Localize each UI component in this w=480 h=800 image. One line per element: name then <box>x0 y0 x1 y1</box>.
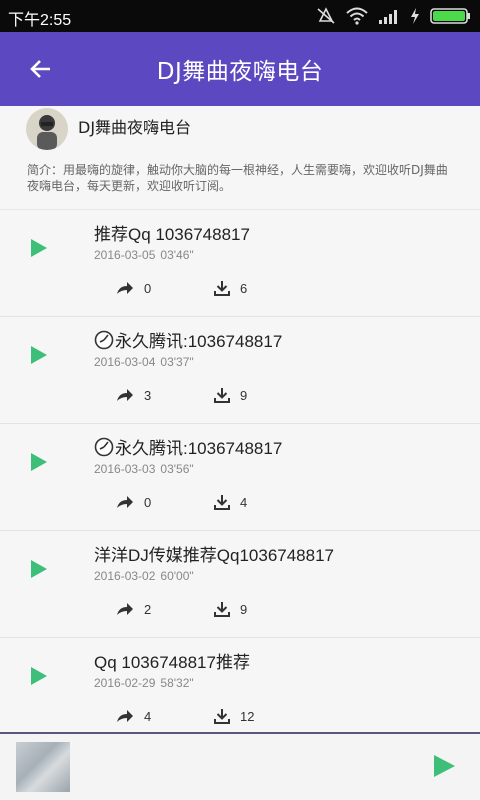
clock-icon <box>94 330 114 350</box>
download-icon <box>214 495 230 510</box>
download-count: 4 <box>240 494 248 510</box>
album-cover[interactable] <box>16 742 70 792</box>
toolbar-title: DJ舞曲夜嗨电台 <box>156 59 324 85</box>
download-icon <box>214 602 230 617</box>
track-list: 推荐Qq 1036748817 2016-03-05 03'46" 0 6 永久腾… <box>0 210 480 732</box>
play-icon[interactable] <box>30 559 48 579</box>
list-item[interactable]: 永久腾讯:1036748817 2016-03-04 03'37" 3 9 <box>0 317 480 424</box>
download-button[interactable]: 4 <box>214 488 247 516</box>
avatar[interactable] <box>26 108 68 150</box>
download-button[interactable]: 6 <box>214 274 247 302</box>
share-button[interactable]: 4 <box>116 702 151 730</box>
track-date: 2016-02-29 <box>94 676 156 690</box>
track-duration: 60'00" <box>160 569 194 583</box>
track-title: 永久腾讯:1036748817 <box>94 327 282 352</box>
wifi-icon <box>346 7 368 25</box>
share-icon <box>117 496 133 508</box>
track-title: 推荐Qq 1036748817 <box>94 225 250 244</box>
share-icon <box>117 389 133 401</box>
share-icon <box>117 710 133 722</box>
share-count: 0 <box>144 494 152 510</box>
track-meta: 2016-03-02 60'00" <box>94 569 194 583</box>
download-count: 12 <box>240 708 255 724</box>
track-date: 2016-03-05 <box>94 248 156 262</box>
mini-player <box>0 732 480 800</box>
signal-icon <box>379 10 397 24</box>
share-button[interactable]: 0 <box>116 488 151 516</box>
status-bar: 下午2:55 <box>0 0 480 32</box>
play-icon[interactable] <box>30 345 48 365</box>
download-icon <box>214 709 230 724</box>
share-count: 4 <box>144 708 152 724</box>
share-icon <box>117 603 133 615</box>
play-icon[interactable] <box>30 238 48 258</box>
track-duration: 03'37" <box>160 355 194 369</box>
play-icon[interactable] <box>30 666 48 686</box>
download-icon <box>214 388 230 403</box>
play-icon[interactable] <box>432 754 456 778</box>
share-button[interactable]: 3 <box>116 381 151 409</box>
share-button[interactable]: 0 <box>116 274 151 302</box>
status-icons <box>316 6 472 26</box>
battery-icon <box>430 8 470 24</box>
download-button[interactable]: 9 <box>214 595 247 623</box>
mute-icon <box>317 7 335 24</box>
list-item[interactable]: 推荐Qq 1036748817 2016-03-05 03'46" 0 6 <box>0 210 480 317</box>
status-time: 下午2:55 <box>8 12 72 29</box>
download-icon <box>214 281 230 296</box>
share-count: 2 <box>144 601 152 617</box>
share-icon <box>117 282 133 294</box>
charging-icon <box>411 8 419 24</box>
track-date: 2016-03-03 <box>94 462 156 476</box>
track-duration: 03'46" <box>160 248 194 262</box>
track-meta: 2016-03-05 03'46" <box>94 248 194 262</box>
list-item[interactable]: 洋洋DJ传媒推荐Qq1036748817 2016-03-02 60'00" 2 … <box>0 531 480 638</box>
share-count: 0 <box>144 280 152 296</box>
clock-icon <box>94 437 114 457</box>
toolbar: DJ舞曲夜嗨电台 <box>0 32 480 106</box>
track-date: 2016-03-02 <box>94 569 156 583</box>
download-count: 9 <box>240 387 248 403</box>
download-button[interactable]: 9 <box>214 381 247 409</box>
share-count: 3 <box>144 387 152 403</box>
download-button[interactable]: 12 <box>214 702 254 730</box>
download-count: 6 <box>240 280 248 296</box>
channel-name: DJ舞曲夜嗨电台 <box>78 118 192 137</box>
track-meta: 2016-03-04 03'37" <box>94 355 194 369</box>
track-title: 永久腾讯:1036748817 <box>94 434 282 459</box>
list-item[interactable]: 永久腾讯:1036748817 2016-03-03 03'56" 0 4 <box>0 424 480 531</box>
track-date: 2016-03-04 <box>94 355 156 369</box>
track-meta: 2016-03-03 03'56" <box>94 462 194 476</box>
track-duration: 03'56" <box>160 462 194 476</box>
share-button[interactable]: 2 <box>116 595 151 623</box>
track-title: Qq 1036748817推荐 <box>94 653 250 672</box>
track-title: 洋洋DJ传媒推荐Qq1036748817 <box>94 546 335 565</box>
track-duration: 58'32" <box>160 676 194 690</box>
list-item[interactable]: Qq 1036748817推荐 2016-02-29 58'32" 4 12 <box>0 638 480 732</box>
play-icon[interactable] <box>30 452 48 472</box>
channel-header: DJ舞曲夜嗨电台 简介：用最嗨的旋律，触动你大脑的每一根神经，人生需要嗨，欢迎收… <box>0 106 480 210</box>
track-meta: 2016-02-29 58'32" <box>94 676 194 690</box>
channel-intro: 简介：用最嗨的旋律，触动你大脑的每一根神经，人生需要嗨，欢迎收听DJ舞曲夜嗨电台… <box>27 163 448 193</box>
download-count: 9 <box>240 601 248 617</box>
